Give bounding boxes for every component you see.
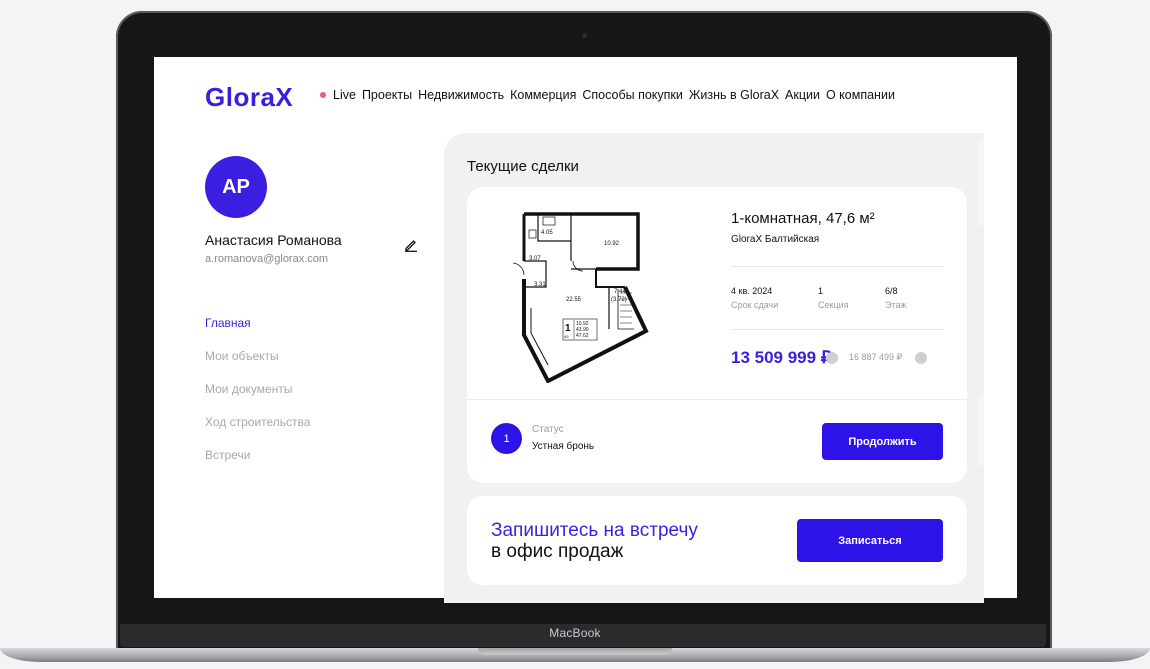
stat-value: 4 кв. 2024 <box>731 286 773 296</box>
camera-icon <box>582 33 587 38</box>
nav-item-about[interactable]: О компании <box>826 88 895 102</box>
nav-item-life[interactable]: Жизнь в GloraX <box>689 88 779 102</box>
nav-item-promotions[interactable]: Акции <box>785 88 820 102</box>
status-value: Устная бронь <box>532 441 595 452</box>
room-label: 22.55 <box>566 297 582 303</box>
laptop-notch <box>478 648 672 655</box>
main-nav: Live Проекты Недвижимость Коммерция Спос… <box>320 88 901 102</box>
device-label: MacBook <box>549 626 601 640</box>
card-divider <box>467 399 967 400</box>
sidebar-item-meetings[interactable]: Встречи <box>205 448 310 481</box>
nav-item-purchase-methods[interactable]: Способы покупки <box>582 88 683 102</box>
promo-subtitle: в офис продаж <box>491 541 624 562</box>
stat-value: 1 <box>818 286 824 296</box>
edge-strip <box>978 395 984 465</box>
room-label: 4.05 <box>541 230 553 236</box>
floor-plan[interactable]: 4.05 10.92 3.07 3.31 22.55 7.44 (3.72) 1… <box>501 203 651 383</box>
nav-item-real-estate[interactable]: Недвижимость <box>418 88 504 102</box>
stat-value: 6/8 <box>885 286 898 296</box>
stat-floor: 6/8 Этаж <box>885 286 907 310</box>
stat-label: Срок сдачи <box>731 300 779 310</box>
room-label: 3.31 <box>534 282 546 288</box>
badge-rooms: 1 <box>565 323 571 334</box>
divider <box>731 329 943 330</box>
nav-item-commercial[interactable]: Коммерция <box>510 88 576 102</box>
plan-badge: 1 49 10.92 43.90 47.62 <box>562 318 598 341</box>
promo-title: Запишитесь на встречу <box>491 520 698 541</box>
room-label: 7.44 <box>614 289 626 295</box>
sidebar-menu: Главная Мои объекты Мои документы Ход ст… <box>205 316 310 481</box>
price: 13 509 999 ₽ <box>731 348 832 367</box>
stat-label: Этаж <box>885 300 907 310</box>
info-icon[interactable] <box>915 352 927 364</box>
room-label: 3.07 <box>529 256 541 262</box>
info-icon[interactable] <box>826 352 838 364</box>
status-step-badge: 1 <box>491 423 522 454</box>
room-label: (3.72) <box>611 297 627 303</box>
stat-section: 1 Секция <box>818 286 849 310</box>
complex-name: GloraX Балтийская <box>731 234 820 245</box>
stat-label: Секция <box>818 300 849 310</box>
badge-number: 49 <box>564 334 569 339</box>
room-label: 10.92 <box>604 241 620 247</box>
section-title: Текущие сделки <box>467 158 579 175</box>
live-dot-icon <box>320 92 326 98</box>
divider <box>731 266 943 267</box>
avatar[interactable]: AP <box>205 156 267 218</box>
edge-strip <box>978 140 984 225</box>
user-name: Анастасия Романова <box>205 232 342 248</box>
nav-item-live[interactable]: Live <box>333 88 356 102</box>
logo[interactable]: GloraX <box>205 82 293 113</box>
edit-icon[interactable] <box>404 238 418 252</box>
sidebar-item-construction[interactable]: Ход строительства <box>205 415 310 448</box>
stat-deadline: 4 кв. 2024 Срок сдачи <box>731 286 778 310</box>
apartment-title[interactable]: 1-комнатная, 47,6 м² <box>731 210 875 227</box>
sidebar-item-my-documents[interactable]: Мои документы <box>205 382 310 415</box>
sidebar-item-home[interactable]: Главная <box>205 316 310 349</box>
user-email: a.romanova@glorax.com <box>205 253 329 265</box>
book-meeting-button[interactable]: Записаться <box>797 519 943 562</box>
sidebar-item-my-objects[interactable]: Мои объекты <box>205 349 310 382</box>
nav-item-projects[interactable]: Проекты <box>362 88 412 102</box>
badge-area: 47.62 <box>576 333 589 339</box>
old-price: 16 887 499 ₽ <box>849 352 903 362</box>
continue-button[interactable]: Продолжить <box>822 423 943 460</box>
status-label: Статус <box>532 424 564 435</box>
